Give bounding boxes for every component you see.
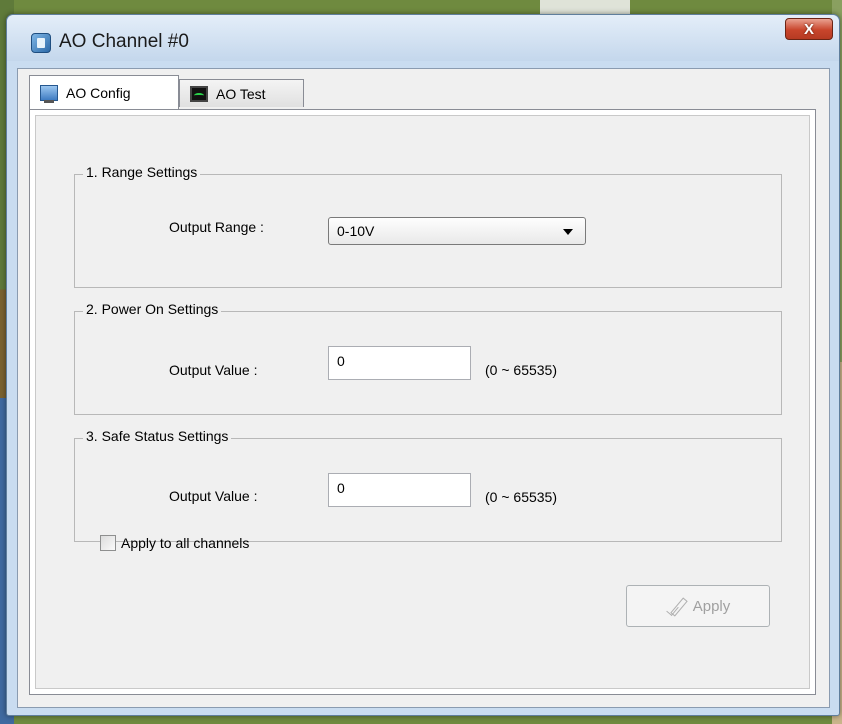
- safe-status-range-hint: (0 ~ 65535): [485, 489, 557, 505]
- title-bar[interactable]: AO Channel #0 X: [7, 15, 839, 61]
- desktop-background-top: [540, 0, 630, 14]
- apply-button-label: Apply: [692, 597, 731, 615]
- monitor-config-icon: [40, 84, 58, 103]
- safe-status-settings-group: 3. Safe Status Settings Output Value : 0…: [74, 428, 782, 542]
- power-on-output-value-input[interactable]: 0: [328, 346, 471, 380]
- tab-label: AO Test: [216, 85, 266, 102]
- apply-all-channels-checkbox[interactable]: [100, 535, 116, 551]
- output-range-select[interactable]: 0-10V: [328, 217, 586, 245]
- close-icon: X: [803, 20, 814, 38]
- output-range-value: 0-10V: [337, 223, 375, 239]
- range-settings-group: 1. Range Settings Output Range : 0-10V: [74, 164, 782, 288]
- apply-all-channels-label: Apply to all channels: [121, 535, 250, 551]
- safe-status-output-value-input[interactable]: 0: [328, 473, 471, 507]
- power-on-settings-group: 2. Power On Settings Output Value : 0 (0…: [74, 301, 782, 415]
- oscilloscope-icon: [190, 85, 208, 102]
- dialog-client-area: AO Config AO Test 1. Range Settings Outp…: [17, 68, 830, 708]
- apply-all-channels-option[interactable]: Apply to all channels: [100, 535, 249, 551]
- dialog-window: AO Channel #0 X AO Config AO Test 1. Ran…: [6, 14, 840, 716]
- dropdown-arrow-icon: [563, 229, 573, 235]
- tab-ao-config[interactable]: AO Config: [29, 75, 179, 109]
- power-on-output-value-label: Output Value :: [169, 362, 258, 378]
- safe-status-output-value-label: Output Value :: [169, 488, 258, 504]
- app-icon: [31, 33, 51, 53]
- output-range-label: Output Range :: [169, 219, 264, 235]
- apply-button[interactable]: Apply: [626, 585, 770, 627]
- window-title: AO Channel #0: [59, 31, 189, 52]
- group-title: 2. Power On Settings: [83, 301, 222, 317]
- tab-ao-test[interactable]: AO Test: [179, 79, 304, 107]
- group-title: 1. Range Settings: [83, 164, 201, 180]
- tab-label: AO Config: [66, 84, 131, 101]
- close-button[interactable]: X: [785, 18, 833, 40]
- tab-panel-ao-config: 1. Range Settings Output Range : 0-10V 2…: [29, 109, 816, 695]
- power-on-range-hint: (0 ~ 65535): [485, 362, 557, 378]
- group-title: 3. Safe Status Settings: [83, 428, 232, 444]
- check-icon: [666, 596, 688, 616]
